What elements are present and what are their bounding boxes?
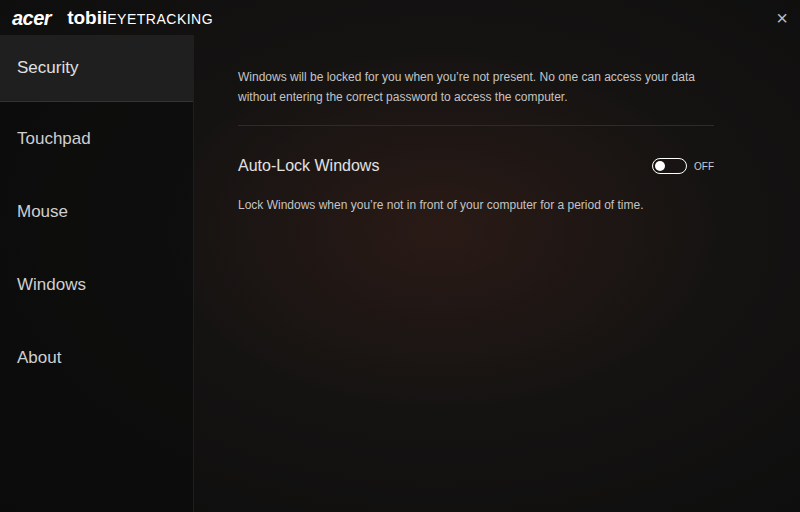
acer-logo: acer xyxy=(12,8,51,28)
setting-row: Auto-Lock Windows OFF Lock Windows when yo… xyxy=(238,126,714,214)
close-button[interactable]: × xyxy=(770,6,794,30)
toggle-switch[interactable] xyxy=(652,158,687,174)
title-bar: acer tobiiEYETRACKING × xyxy=(0,0,800,35)
sidebar-item[interactable]: Touchpad xyxy=(0,102,193,175)
intro-text: Windows will be locked for you when you’… xyxy=(238,67,714,126)
app-window: acer tobiiEYETRACKING × SecurityTouchpadMou… xyxy=(0,0,800,512)
setting-description: Lock Windows when you’re not in front of… xyxy=(238,196,714,214)
sidebar-item[interactable]: Security xyxy=(0,35,193,102)
sidebar-item[interactable]: About xyxy=(0,321,193,394)
sidebar-item[interactable]: Windows xyxy=(0,248,193,321)
tobii-logo: tobiiEYETRACKING xyxy=(67,8,213,27)
sidebar: SecurityTouchpadMouseWindowsAbout xyxy=(0,35,194,512)
setting-title: Auto-Lock Windows xyxy=(238,154,652,178)
content-panel: Windows will be locked for you when you’… xyxy=(194,35,800,512)
toggle-state: OFF xyxy=(694,159,714,174)
sidebar-item[interactable]: Mouse xyxy=(0,175,193,248)
